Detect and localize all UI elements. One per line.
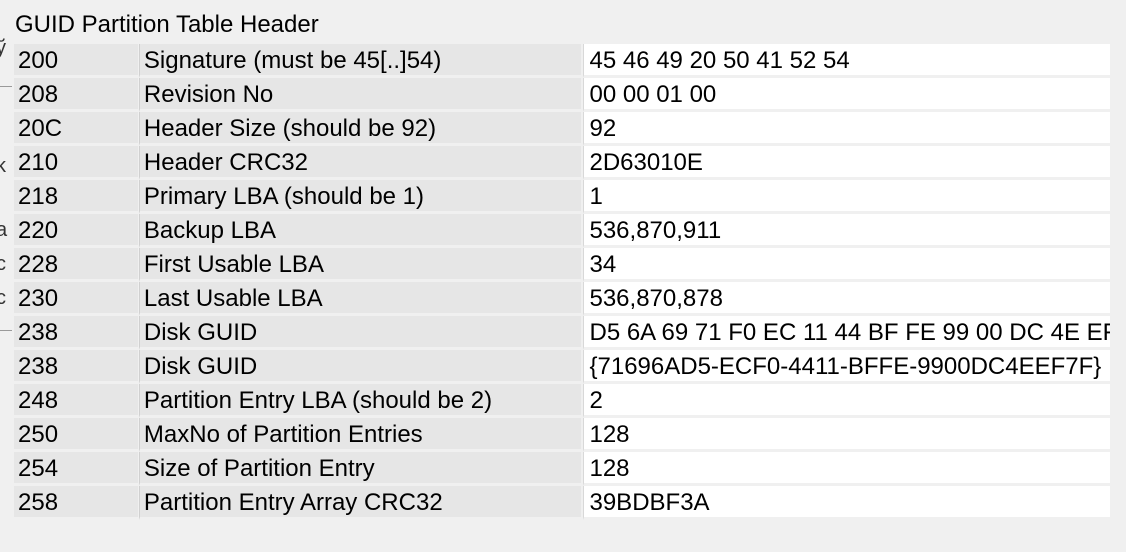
table-row[interactable]: 254 Size of Partition Entry 128 <box>14 452 1110 486</box>
offset-cell: 254 <box>14 452 138 486</box>
offset-cell: 228 <box>14 248 138 282</box>
offset-cell: 208 <box>14 78 138 112</box>
field-name-cell: Disk GUID <box>138 316 582 350</box>
value-cell[interactable]: D5 6A 69 71 F0 EC 11 44 BF FE 99 00 DC 4… <box>583 316 1110 350</box>
table-row[interactable]: 250 MaxNo of Partition Entries 128 <box>14 418 1110 452</box>
field-name-cell: Primary LBA (should be 1) <box>138 180 582 214</box>
table-row[interactable]: 258 Partition Entry Array CRC32 39BDBF3A <box>14 486 1110 520</box>
offset-cell: 20C <box>14 112 138 146</box>
value-cell[interactable]: 00 00 01 00 <box>583 78 1110 112</box>
table-row[interactable]: 238 Disk GUID D5 6A 69 71 F0 EC 11 44 BF F… <box>14 316 1110 350</box>
value-cell[interactable]: 128 <box>583 452 1110 486</box>
value-cell[interactable]: 34 <box>583 248 1110 282</box>
field-name-cell: Header Size (should be 92) <box>138 112 582 146</box>
offset-cell: 248 <box>14 384 138 418</box>
field-name-cell: Header CRC32 <box>138 146 582 180</box>
value-cell[interactable]: 1 <box>583 180 1110 214</box>
table-row[interactable]: 210 Header CRC32 2D63010E <box>14 146 1110 180</box>
gpt-header-window: ў k I a c c GUID Partition Table Header … <box>0 0 1126 552</box>
table-row[interactable]: 208 Revision No 00 00 01 00 <box>14 78 1110 112</box>
field-name-cell: Backup LBA <box>138 214 582 248</box>
field-name-cell: Last Usable LBA <box>138 282 582 316</box>
section-title: GUID Partition Table Header <box>15 11 319 38</box>
value-cell[interactable]: 2 <box>583 384 1110 418</box>
value-cell[interactable]: 536,870,911 <box>583 214 1110 248</box>
field-name-cell: MaxNo of Partition Entries <box>138 418 582 452</box>
value-cell[interactable]: 45 46 49 20 50 41 52 54 <box>583 44 1110 78</box>
value-cell[interactable]: 536,870,878 <box>583 282 1110 316</box>
clipped-glyph: ў <box>0 37 6 59</box>
field-name-cell: Disk GUID <box>138 350 582 384</box>
table-row[interactable]: 218 Primary LBA (should be 1) 1 <box>14 180 1110 214</box>
value-cell[interactable]: 128 <box>583 418 1110 452</box>
offset-cell: 238 <box>14 350 138 384</box>
clipped-glyph: c <box>0 287 6 309</box>
field-name-cell: Size of Partition Entry <box>138 452 582 486</box>
value-cell[interactable]: {71696AD5-ECF0-4411-BFFE-9900DC4EEF7F} <box>583 350 1110 384</box>
clipped-glyph: a <box>0 219 8 241</box>
field-name-cell: First Usable LBA <box>138 248 582 282</box>
table-row[interactable]: 220 Backup LBA 536,870,911 <box>14 214 1110 248</box>
field-name-cell: Revision No <box>138 78 582 112</box>
offset-cell: 218 <box>14 180 138 214</box>
clipped-glyph: k <box>0 155 6 177</box>
offset-cell: 250 <box>14 418 138 452</box>
table-row[interactable]: 20C Header Size (should be 92) 92 <box>14 112 1110 146</box>
offset-cell: 238 <box>14 316 138 350</box>
clipped-glyph: I <box>0 186 2 206</box>
value-cell[interactable]: 39BDBF3A <box>583 486 1110 520</box>
value-cell[interactable]: 92 <box>583 112 1110 146</box>
gpt-header-table: 200 Signature (must be 45[..]54) 45 46 49 … <box>14 44 1110 520</box>
offset-cell: 220 <box>14 214 138 248</box>
field-name-cell: Signature (must be 45[..]54) <box>138 44 582 78</box>
clipped-divider <box>0 330 12 331</box>
clipped-glyph: c <box>0 253 6 275</box>
background-window-edge: ў k I a c c <box>0 0 12 552</box>
offset-cell: 230 <box>14 282 138 316</box>
table-row[interactable]: 230 Last Usable LBA 536,870,878 <box>14 282 1110 316</box>
offset-cell: 200 <box>14 44 138 78</box>
table-row[interactable]: 228 First Usable LBA 34 <box>14 248 1110 282</box>
table-row[interactable]: 248 Partition Entry LBA (should be 2) 2 <box>14 384 1110 418</box>
clipped-divider <box>0 86 12 87</box>
offset-cell: 210 <box>14 146 138 180</box>
offset-cell: 258 <box>14 486 138 520</box>
field-name-cell: Partition Entry Array CRC32 <box>138 486 582 520</box>
field-name-cell: Partition Entry LBA (should be 2) <box>138 384 582 418</box>
table-row[interactable]: 200 Signature (must be 45[..]54) 45 46 49 … <box>14 44 1110 78</box>
value-cell[interactable]: 2D63010E <box>583 146 1110 180</box>
table-row[interactable]: 238 Disk GUID {71696AD5-ECF0-4411-BFFE-990… <box>14 350 1110 384</box>
